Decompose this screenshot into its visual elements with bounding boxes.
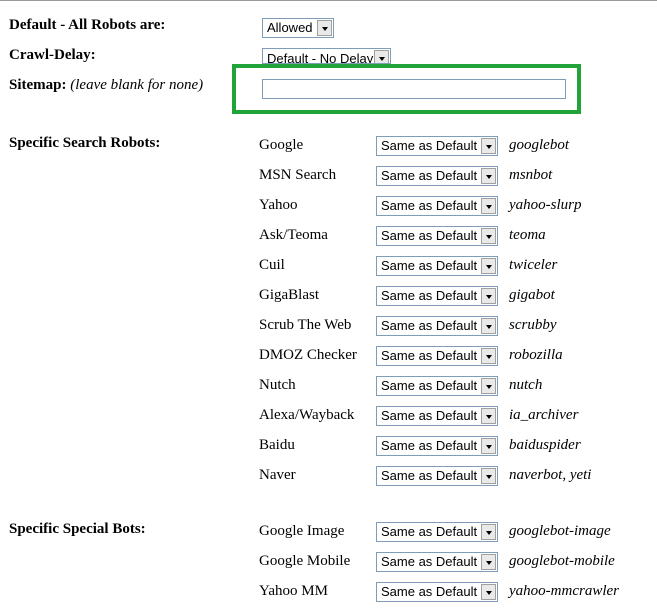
robot-select-value: Same as Default (381, 198, 478, 213)
chevron-down-icon[interactable] (481, 438, 496, 454)
default-select-value: Allowed (267, 20, 313, 35)
chevron-down-icon[interactable] (481, 288, 496, 304)
robot-select[interactable]: Same as Default (376, 466, 498, 486)
chevron-down-icon[interactable] (374, 50, 389, 63)
user-agent-label: robozilla (509, 347, 563, 363)
robot-name: Yahoo (259, 197, 298, 213)
robot-select-value: Same as Default (381, 318, 478, 333)
search-robots-heading: Specific Search Robots: (9, 135, 161, 151)
chevron-down-icon[interactable] (481, 524, 496, 540)
user-agent-label: googlebot-image (509, 523, 611, 539)
crawl-delay-select[interactable]: Default - No Delay (262, 48, 391, 64)
robot-name: Google Mobile (259, 553, 351, 569)
chevron-down-icon[interactable] (481, 554, 496, 570)
special-bots-heading: Specific Special Bots: (9, 521, 146, 537)
robot-name: Naver (259, 467, 296, 483)
chevron-down-icon[interactable] (481, 258, 496, 274)
robot-name: Baidu (259, 437, 295, 453)
user-agent-label: yahoo-slurp (509, 197, 582, 213)
robot-select-value: Same as Default (381, 168, 478, 183)
robot-select-value: Same as Default (381, 258, 478, 273)
user-agent-label: scrubby (509, 317, 557, 333)
robot-select[interactable]: Same as Default (376, 226, 498, 246)
chevron-down-icon[interactable] (481, 584, 496, 600)
user-agent-label: msnbot (509, 167, 553, 183)
crawl-delay-label: Crawl-Delay: (9, 47, 96, 63)
user-agent-label: naverbot, yeti (509, 467, 592, 483)
user-agent-label: twiceler (509, 257, 558, 273)
user-agent-label: baiduspider (509, 437, 581, 453)
robot-select-value: Same as Default (381, 228, 478, 243)
robot-select[interactable]: Same as Default (376, 196, 498, 216)
chevron-down-icon[interactable] (317, 20, 332, 36)
chevron-down-icon[interactable] (481, 198, 496, 214)
robot-select-value: Same as Default (381, 468, 478, 483)
default-label: Default - All Robots are: (9, 17, 166, 33)
robot-name: GigaBlast (259, 287, 319, 303)
user-agent-label: googlebot-mobile (509, 553, 615, 569)
user-agent-label: googlebot (509, 137, 569, 153)
robot-select[interactable]: Same as Default (376, 376, 498, 396)
chevron-down-icon[interactable] (481, 468, 496, 484)
robot-select-value: Same as Default (381, 524, 478, 539)
user-agent-label: ia_archiver (509, 407, 579, 423)
crawl-delay-select-value: Default - No Delay (267, 51, 374, 64)
robot-select-value: Same as Default (381, 288, 478, 303)
robot-name: DMOZ Checker (259, 347, 357, 363)
robot-select-value: Same as Default (381, 348, 478, 363)
chevron-down-icon[interactable] (481, 348, 496, 364)
sitemap-input[interactable] (262, 79, 566, 99)
robot-select-value: Same as Default (381, 408, 478, 423)
robot-select[interactable]: Same as Default (376, 582, 498, 602)
robot-name: Google Image (259, 523, 345, 539)
robot-select[interactable]: Same as Default (376, 406, 498, 426)
top-divider (0, 0, 657, 1)
user-agent-label: nutch (509, 377, 543, 393)
chevron-down-icon[interactable] (481, 408, 496, 424)
robot-select-value: Same as Default (381, 584, 478, 599)
robot-select[interactable]: Same as Default (376, 256, 498, 276)
user-agent-label: yahoo-mmcrawler (509, 583, 619, 599)
chevron-down-icon[interactable] (481, 228, 496, 244)
robot-name: Alexa/Wayback (259, 407, 355, 423)
chevron-down-icon[interactable] (481, 138, 496, 154)
robot-select-value: Same as Default (381, 554, 478, 569)
robot-select[interactable]: Same as Default (376, 286, 498, 306)
robot-name: Ask/Teoma (259, 227, 328, 243)
chevron-down-icon[interactable] (481, 378, 496, 394)
sitemap-label: Sitemap: (leave blank for none) (9, 77, 204, 93)
robot-select[interactable]: Same as Default (376, 346, 498, 366)
robot-name: Nutch (259, 377, 296, 393)
robot-name: Scrub The Web (259, 317, 352, 333)
robot-select-value: Same as Default (381, 438, 478, 453)
robot-name: MSN Search (259, 167, 337, 183)
robot-select-value: Same as Default (381, 378, 478, 393)
user-agent-label: teoma (509, 227, 546, 243)
robot-name: Yahoo MM (259, 583, 328, 599)
robot-select[interactable]: Same as Default (376, 166, 498, 186)
robot-select[interactable]: Same as Default (376, 436, 498, 456)
chevron-down-icon[interactable] (481, 318, 496, 334)
robot-name: Google (259, 137, 304, 153)
sitemap-hint: (leave blank for none) (70, 77, 204, 93)
default-select[interactable]: Allowed (262, 18, 334, 38)
robot-name: Cuil (259, 257, 285, 273)
robot-select[interactable]: Same as Default (376, 552, 498, 572)
user-agent-label: gigabot (509, 287, 555, 303)
robot-select[interactable]: Same as Default (376, 136, 498, 156)
chevron-down-icon[interactable] (481, 168, 496, 184)
robot-select-value: Same as Default (381, 138, 478, 153)
robot-select[interactable]: Same as Default (376, 522, 498, 542)
robot-select[interactable]: Same as Default (376, 316, 498, 336)
